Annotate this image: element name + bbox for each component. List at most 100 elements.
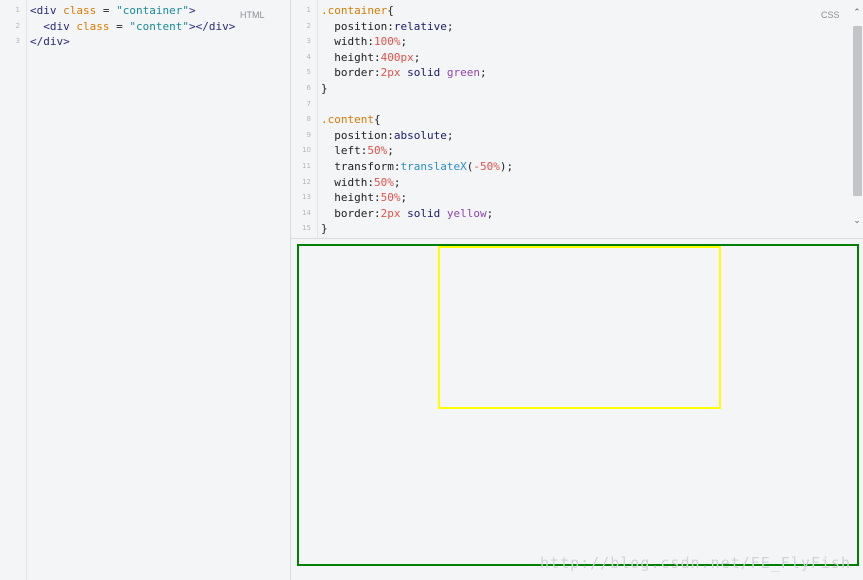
code-token: 400px <box>380 50 414 64</box>
code-token: ; <box>446 19 454 33</box>
code-token: height <box>321 191 374 205</box>
code-token: 50% <box>367 144 388 158</box>
code-token: = <box>96 4 117 17</box>
code-line[interactable]: left:50%; <box>321 143 394 159</box>
code-line[interactable]: border:2px solid green; <box>321 65 487 81</box>
code-token: transform <box>321 160 394 173</box>
code-token: ></div> <box>188 19 236 33</box>
code-line[interactable]: <div class = "container"> <box>30 3 196 19</box>
code-token: : <box>373 191 381 205</box>
html-pane-label: HTML <box>240 10 265 20</box>
code-token: 100% <box>373 35 401 49</box>
line-number: 9 <box>306 130 311 139</box>
code-token: width <box>321 175 368 189</box>
line-number: 8 <box>306 115 311 124</box>
chevron-up-icon[interactable]: ⌃ <box>851 6 863 20</box>
code-token: 2px <box>380 66 401 80</box>
css-scrollbar[interactable]: ⌃ ⌄ <box>851 0 863 238</box>
code-line[interactable]: height:50%; <box>321 190 407 206</box>
code-token: height <box>321 50 374 64</box>
code-token: "content" <box>129 19 189 33</box>
code-token: ; <box>446 128 454 142</box>
line-number: 3 <box>306 37 311 46</box>
css-editor-pane[interactable]: 1 2 3 4 5 6 7 8 9 10 11 12 13 14 15 .container{ positi… <box>291 0 863 239</box>
code-token: 50% <box>373 175 394 189</box>
code-token: relative <box>393 19 447 33</box>
html-editor-pane[interactable]: 1 2 3 <div class = "container"> <div class… <box>0 0 291 580</box>
code-token: ; <box>387 144 394 158</box>
result-preview-pane: http://blog.csdn.net/FE_FlyFish <box>291 239 863 580</box>
code-line[interactable]: position:relative; <box>321 19 453 35</box>
demo-content-box <box>438 246 721 409</box>
line-number: 7 <box>306 99 311 108</box>
line-number: 5 <box>306 68 311 77</box>
code-token: ; <box>393 175 401 189</box>
code-token: { <box>373 113 381 127</box>
code-token: "container" <box>116 4 189 17</box>
code-token: absolute <box>393 128 447 142</box>
line-number: 15 <box>302 224 311 233</box>
code-token: : <box>373 206 381 220</box>
code-token: ; <box>413 50 421 64</box>
line-number: 4 <box>306 52 311 61</box>
code-token: <div <box>30 4 64 17</box>
line-number: 12 <box>302 177 311 186</box>
code-line[interactable]: height:400px; <box>321 50 420 66</box>
code-token: : <box>373 66 381 80</box>
code-line[interactable]: } <box>321 221 328 237</box>
code-token: width <box>321 35 368 49</box>
line-number: 3 <box>15 37 20 46</box>
code-token: yellow <box>446 206 487 220</box>
code-token: border <box>321 66 374 80</box>
code-token: { <box>387 4 394 17</box>
code-token: .content <box>321 113 374 127</box>
code-token: ; <box>400 35 408 49</box>
code-line[interactable]: width:100%; <box>321 34 407 50</box>
code-token: solid <box>400 66 447 80</box>
code-token: 50% <box>380 191 401 205</box>
code-token: translateX <box>400 160 467 173</box>
code-token: = <box>109 19 130 33</box>
code-token: ; <box>486 206 494 220</box>
code-token: </div> <box>30 35 70 49</box>
watermark: http://blog.csdn.net/FE_FlyFish <box>540 554 851 572</box>
line-number: 2 <box>15 21 20 30</box>
line-number: 6 <box>306 84 311 92</box>
html-line-gutter: 1 2 3 <box>0 0 27 580</box>
code-line[interactable]: </div> <box>30 34 70 50</box>
line-number: 13 <box>302 193 311 202</box>
code-token: } <box>321 82 328 95</box>
code-line[interactable]: .container{ <box>321 3 394 19</box>
code-token: border <box>321 206 374 220</box>
code-token: : <box>387 128 394 142</box>
line-number: 1 <box>15 6 20 14</box>
scroll-thumb[interactable] <box>853 26 862 196</box>
code-line[interactable]: <div class = "content"></div> <box>30 19 235 35</box>
css-pane-label: CSS <box>821 10 840 20</box>
code-token: ; <box>400 191 408 205</box>
code-line[interactable]: position:absolute; <box>321 128 453 144</box>
css-line-gutter: 1 2 3 4 5 6 7 8 9 10 11 12 13 14 15 <box>291 0 318 238</box>
code-line[interactable]: border:2px solid yellow; <box>321 206 493 222</box>
code-token: left <box>321 144 361 158</box>
code-line[interactable]: .content{ <box>321 112 381 128</box>
code-token: > <box>188 4 196 17</box>
code-line[interactable]: transform:translateX(-50%); <box>321 159 513 175</box>
code-token: green <box>446 66 480 80</box>
line-number: 2 <box>306 21 311 30</box>
code-line[interactable]: width:50%; <box>321 175 400 191</box>
code-token: .container <box>321 4 388 17</box>
code-token: -50% <box>473 160 500 173</box>
code-token: class <box>76 19 110 33</box>
code-token: ; <box>479 66 487 80</box>
code-line[interactable]: } <box>321 81 328 97</box>
line-number: 10 <box>302 146 311 155</box>
code-token: ); <box>499 160 514 173</box>
code-token: position <box>321 19 388 33</box>
code-token: 2px <box>380 206 401 220</box>
code-token: : <box>387 19 394 33</box>
code-token: <div <box>30 19 77 33</box>
chevron-down-icon[interactable]: ⌄ <box>851 214 863 228</box>
code-token: position <box>321 128 388 142</box>
code-token: } <box>321 222 328 236</box>
